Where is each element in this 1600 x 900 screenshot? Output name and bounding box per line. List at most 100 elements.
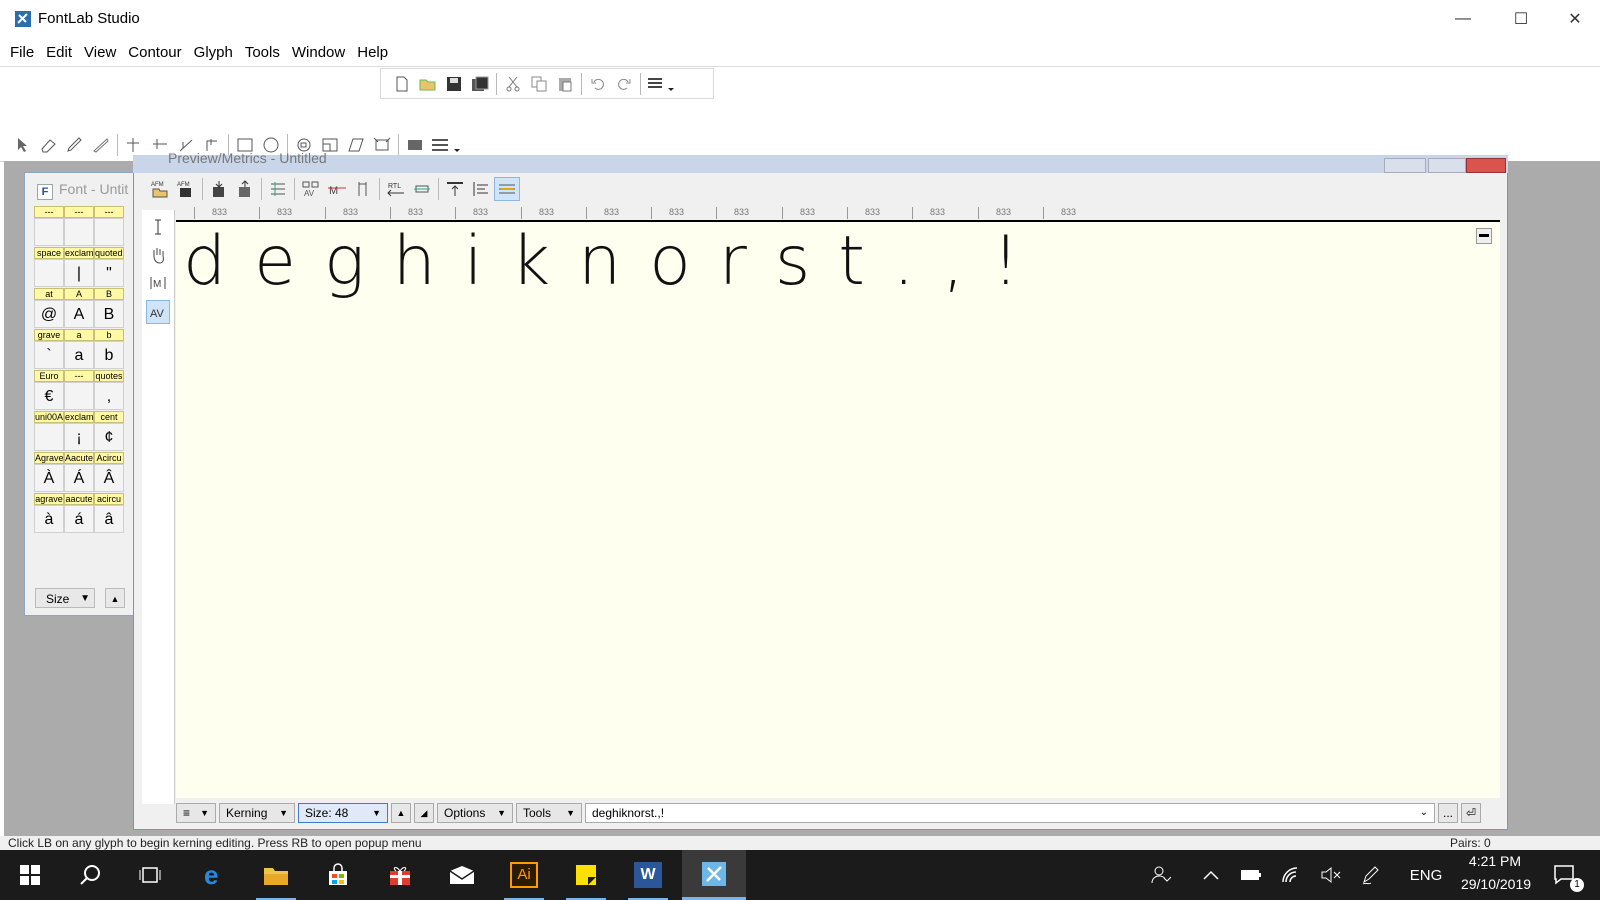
glyph-cell[interactable]: ¢ [94, 423, 124, 451]
mail-icon[interactable] [432, 850, 492, 900]
people-icon[interactable] [1146, 850, 1176, 900]
edge-icon[interactable]: e [184, 850, 244, 900]
open-folder-icon[interactable] [415, 72, 441, 96]
font-window-zoom-button[interactable]: ▲ [105, 588, 125, 608]
minimize-button[interactable]: — [1434, 0, 1492, 38]
store-icon[interactable] [308, 850, 368, 900]
fontlab-icon[interactable] [682, 850, 746, 900]
pointer-icon[interactable] [10, 133, 36, 157]
glyph-cell[interactable]: à [34, 505, 64, 533]
maximize-button[interactable]: ☐ [1492, 0, 1550, 38]
sticky-notes-icon[interactable] [556, 850, 616, 900]
save-metrics-icon[interactable]: AFM [173, 177, 199, 201]
close-button[interactable]: ✕ [1550, 0, 1600, 38]
preview-maximize-button[interactable] [1428, 158, 1466, 173]
menu-edit[interactable]: Edit [40, 41, 78, 65]
menu-glyph[interactable]: Glyph [188, 41, 239, 65]
metrics-mode-icon[interactable]: M [148, 272, 168, 294]
auto-metrics-icon[interactable] [265, 177, 291, 201]
measure-icon[interactable] [402, 133, 428, 157]
glyph-cell[interactable]: b [94, 341, 124, 369]
eraser-icon[interactable] [36, 133, 62, 157]
kerning-icon[interactable]: M [324, 177, 350, 201]
align-text-icon[interactable] [468, 177, 494, 201]
toolbar-options-icon[interactable] [644, 72, 678, 96]
glyph-cell[interactable]: á [64, 505, 94, 533]
glyph-cell[interactable]: @ [34, 300, 64, 328]
glyph-cell[interactable]: , [94, 382, 124, 410]
cut-icon[interactable] [500, 72, 526, 96]
gift-icon[interactable] [370, 850, 430, 900]
canvas-options-icon[interactable]: ▬ [1476, 228, 1492, 244]
baseline-icon[interactable] [409, 177, 435, 201]
vertical-icon[interactable] [350, 177, 376, 201]
glyph-cell[interactable] [64, 382, 94, 410]
menu-contour[interactable]: Contour [122, 41, 187, 65]
notification-center-icon[interactable]: 1 [1540, 850, 1590, 900]
start-icon[interactable] [0, 850, 60, 900]
glyph-cell[interactable]: a [64, 341, 94, 369]
clock-date[interactable]: 29/10/2019 [1454, 876, 1538, 892]
glyph-cell[interactable]: " [94, 259, 124, 287]
hand-icon[interactable] [148, 244, 168, 266]
save-icon[interactable] [441, 72, 467, 96]
glyph-cell[interactable]: À [34, 464, 64, 492]
glyph-cell[interactable] [34, 218, 64, 246]
text-cursor-icon[interactable] [148, 216, 168, 238]
glyph-cell[interactable] [34, 423, 64, 451]
undo-icon[interactable] [585, 72, 611, 96]
open-metrics-icon[interactable]: AFM [147, 177, 173, 201]
preview-minimize-button[interactable] [1384, 158, 1426, 173]
language-indicator[interactable]: ENG [1406, 850, 1446, 900]
kerning-mode-icon[interactable]: AV [146, 300, 170, 324]
mode-dropdown[interactable]: Kerning ▼ [219, 803, 295, 823]
task-view-icon[interactable] [120, 850, 180, 900]
glyph-cell[interactable]: Â [94, 464, 124, 492]
volume-muted-icon[interactable] [1316, 850, 1346, 900]
save-all-icon[interactable] [467, 72, 493, 96]
add-node-icon[interactable] [121, 133, 147, 157]
menu-view[interactable]: View [78, 41, 122, 65]
word-icon[interactable]: W [618, 850, 678, 900]
slant-icon[interactable] [343, 133, 369, 157]
transform-icon[interactable] [369, 133, 395, 157]
rtl-icon[interactable]: RTL [383, 177, 409, 201]
export-icon[interactable] [232, 177, 258, 201]
menu-window[interactable]: Window [286, 41, 351, 65]
align-top-icon[interactable] [442, 177, 468, 201]
view-options-dropdown[interactable]: ≡ ▼ [176, 803, 216, 823]
menu-file[interactable]: File [4, 41, 40, 65]
knife-icon[interactable] [88, 133, 114, 157]
preview-close-button[interactable] [1466, 158, 1506, 173]
glyph-cell[interactable]: € [34, 382, 64, 410]
size-dropdown[interactable]: Size: 48 ▼ [298, 803, 388, 823]
clock-time[interactable]: 4:21 PM [1460, 853, 1530, 869]
glyph-cell[interactable]: â [94, 505, 124, 533]
glyph-cell[interactable]: ` [34, 341, 64, 369]
options-dropdown[interactable]: Options ▼ [437, 803, 513, 823]
menu-help[interactable]: Help [351, 41, 394, 65]
pen-icon[interactable] [62, 133, 88, 157]
battery-icon[interactable] [1236, 850, 1266, 900]
glyph-cell[interactable] [94, 218, 124, 246]
search-icon[interactable] [60, 850, 120, 900]
copy-icon[interactable] [526, 72, 552, 96]
zoom-out-button[interactable]: ◢ [414, 803, 434, 823]
glyph-cell[interactable]: A [64, 300, 94, 328]
pen-workspace-icon[interactable] [1356, 850, 1386, 900]
font-window-size-dropdown[interactable]: Size ▼ [35, 588, 95, 608]
menu-tools[interactable]: Tools [239, 41, 286, 65]
tools-dropdown[interactable]: Tools ▼ [516, 803, 582, 823]
more-button[interactable]: ... [1438, 803, 1458, 823]
preview-sample-text[interactable]: deghiknorst.,! [183, 228, 1047, 296]
wifi-icon[interactable] [1276, 850, 1306, 900]
sidebearings-icon[interactable]: AV [298, 177, 324, 201]
show-metrics-icon[interactable] [494, 177, 520, 201]
file-explorer-icon[interactable] [246, 850, 306, 900]
glyph-cell[interactable]: Á [64, 464, 94, 492]
new-file-icon[interactable] [389, 72, 415, 96]
illustrator-icon[interactable]: Ai [494, 850, 554, 900]
glyph-cell[interactable]: ¡ [64, 423, 94, 451]
glyph-cell[interactable] [64, 218, 94, 246]
paste-icon[interactable] [552, 72, 578, 96]
